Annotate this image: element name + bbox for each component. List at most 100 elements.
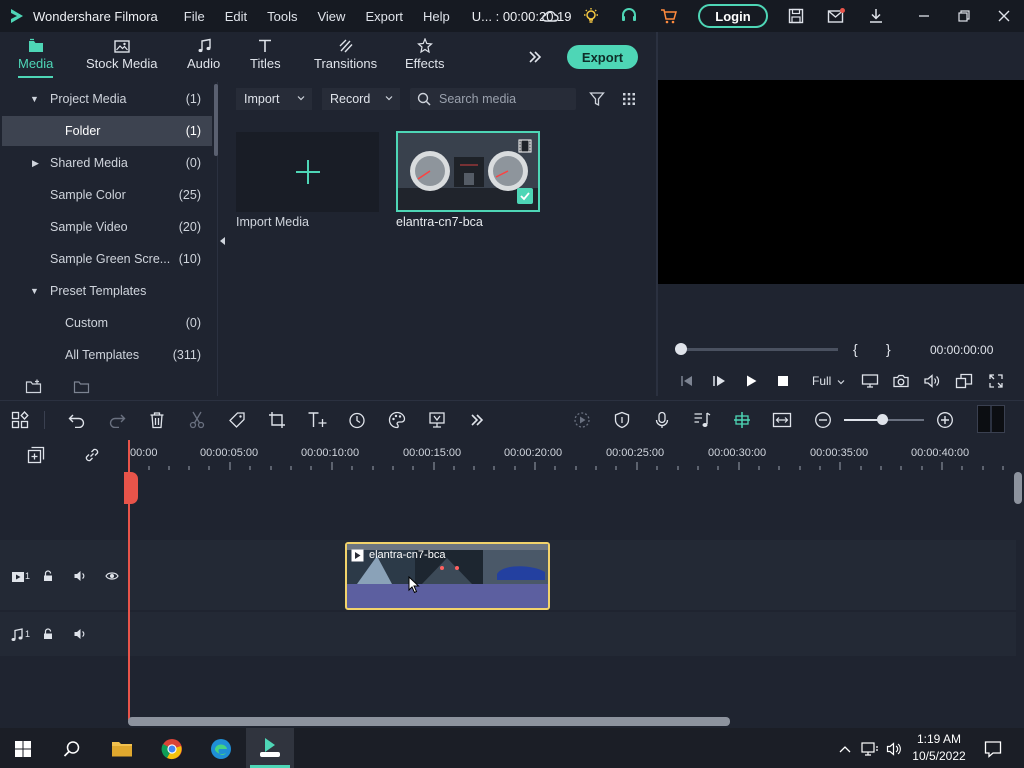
menu-tools[interactable]: Tools [267,9,297,24]
tree-item-custom[interactable]: Custom (0) [2,308,212,338]
render-preview-icon[interactable] [572,410,592,430]
tab-transitions[interactable]: Transitions [314,36,377,71]
timeline-clip[interactable]: elantra-cn7-bca [345,542,550,610]
zoom-in-icon[interactable] [935,410,955,430]
shield-icon[interactable] [612,410,632,430]
menu-export[interactable]: Export [365,9,403,24]
download-icon[interactable] [866,6,886,26]
delete-icon[interactable] [147,410,167,430]
playhead-handle[interactable] [124,472,138,504]
mark-out-button[interactable]: } [886,341,891,357]
preview-scrubber-handle[interactable] [675,343,687,355]
login-button[interactable]: Login [698,4,768,28]
tab-audio[interactable]: Audio [187,36,220,71]
tree-item-all-templates[interactable]: All Templates (311) [2,340,212,370]
media-clip-thumbnail[interactable] [396,131,540,212]
stop-icon[interactable] [773,371,793,391]
speaker-icon[interactable] [70,566,90,586]
folder-icon[interactable] [72,376,92,396]
fit-timeline-icon[interactable] [772,410,792,430]
audio-track-row[interactable] [0,612,1016,656]
minimize-icon[interactable] [914,6,934,26]
close-icon[interactable] [994,6,1014,26]
volume-icon[interactable] [922,371,942,391]
add-text-icon[interactable] [307,410,327,430]
microphone-icon[interactable] [652,410,672,430]
file-explorer-icon[interactable] [109,736,135,762]
timeline-vertical-scrollbar[interactable] [1014,472,1022,504]
restore-icon[interactable] [954,6,974,26]
menu-view[interactable]: View [317,9,345,24]
search-icon[interactable] [59,736,85,762]
tree-item-sample-video[interactable]: Sample Video (20) [2,212,212,242]
play-icon[interactable] [741,371,761,391]
import-dropdown[interactable]: Import [236,88,312,110]
export-button[interactable]: Export [567,45,638,69]
headset-icon[interactable] [619,6,639,26]
color-palette-icon[interactable] [387,410,407,430]
zoom-out-icon[interactable] [813,410,833,430]
windows-start-icon[interactable] [10,736,36,762]
previous-frame-icon[interactable] [677,371,697,391]
preview-progress-track[interactable] [680,348,838,351]
search-input[interactable] [439,92,569,106]
grid-view-icon[interactable] [619,89,639,109]
tree-item-shared-media[interactable]: ▶ Shared Media (0) [2,148,212,178]
speaker-icon[interactable] [70,624,90,644]
redo-icon[interactable] [107,410,127,430]
lightbulb-icon[interactable] [581,6,601,26]
green-screen-icon[interactable] [427,410,447,430]
volume-icon[interactable] [883,736,905,762]
snap-magnet-icon[interactable] [732,410,752,430]
fullscreen-icon[interactable] [986,371,1006,391]
undo-icon[interactable] [67,410,87,430]
network-icon[interactable] [858,736,882,762]
tree-item-project-media[interactable]: ▼ Project Media (1) [2,84,212,114]
menu-edit[interactable]: Edit [225,9,247,24]
cloud-icon[interactable] [540,6,560,26]
tab-effects[interactable]: Effects [405,36,445,71]
track-height-toggle[interactable] [977,405,1005,433]
eye-icon[interactable] [102,566,122,586]
tab-stock-media[interactable]: Stock Media [86,36,158,71]
more-tools-icon[interactable] [467,410,487,430]
menu-help[interactable]: Help [423,9,450,24]
mail-icon[interactable] [826,6,846,26]
chevron-up-icon[interactable] [835,736,855,762]
tree-item-folder[interactable]: Folder (1) [2,116,212,146]
snapshot-camera-icon[interactable] [891,371,911,391]
menu-file[interactable]: File [184,9,205,24]
lock-icon[interactable] [38,624,58,644]
import-media-tile[interactable] [236,132,379,212]
save-icon[interactable] [786,6,806,26]
timeline-ruler[interactable] [128,440,1018,472]
tab-media[interactable]: Media [18,36,54,78]
notifications-icon[interactable] [980,736,1006,762]
filter-icon[interactable] [587,89,607,109]
mark-in-button[interactable]: { [853,341,858,357]
tree-scrollbar[interactable] [214,84,218,156]
crop-icon[interactable] [267,410,287,430]
new-folder-icon[interactable] [24,376,44,396]
aspect-ratio-icon[interactable] [954,371,974,391]
filmora-taskbar-button[interactable] [246,728,294,768]
cart-icon[interactable] [659,6,679,26]
taskbar-clock[interactable]: 1:19 AM 10/5/2022 [906,731,972,765]
tree-item-sample-color[interactable]: Sample Color (25) [2,180,212,210]
collapse-panel-icon[interactable] [216,231,228,251]
timeline-horizontal-scrollbar[interactable] [128,717,730,726]
tab-titles[interactable]: Titles [250,36,281,71]
layout-grid-icon[interactable] [10,410,30,430]
record-dropdown[interactable]: Record [322,88,400,110]
speed-icon[interactable] [347,410,367,430]
add-track-icon[interactable] [26,445,46,465]
cut-icon[interactable] [187,410,207,430]
chrome-icon[interactable] [159,736,185,762]
next-frame-icon[interactable] [709,371,729,391]
chevron-down-icon[interactable] [834,372,848,392]
more-tabs-icon[interactable] [525,47,545,67]
link-icon[interactable] [82,445,102,465]
tag-icon[interactable] [227,410,247,430]
display-monitor-icon[interactable] [860,371,880,391]
preview-screen[interactable] [658,80,1024,284]
